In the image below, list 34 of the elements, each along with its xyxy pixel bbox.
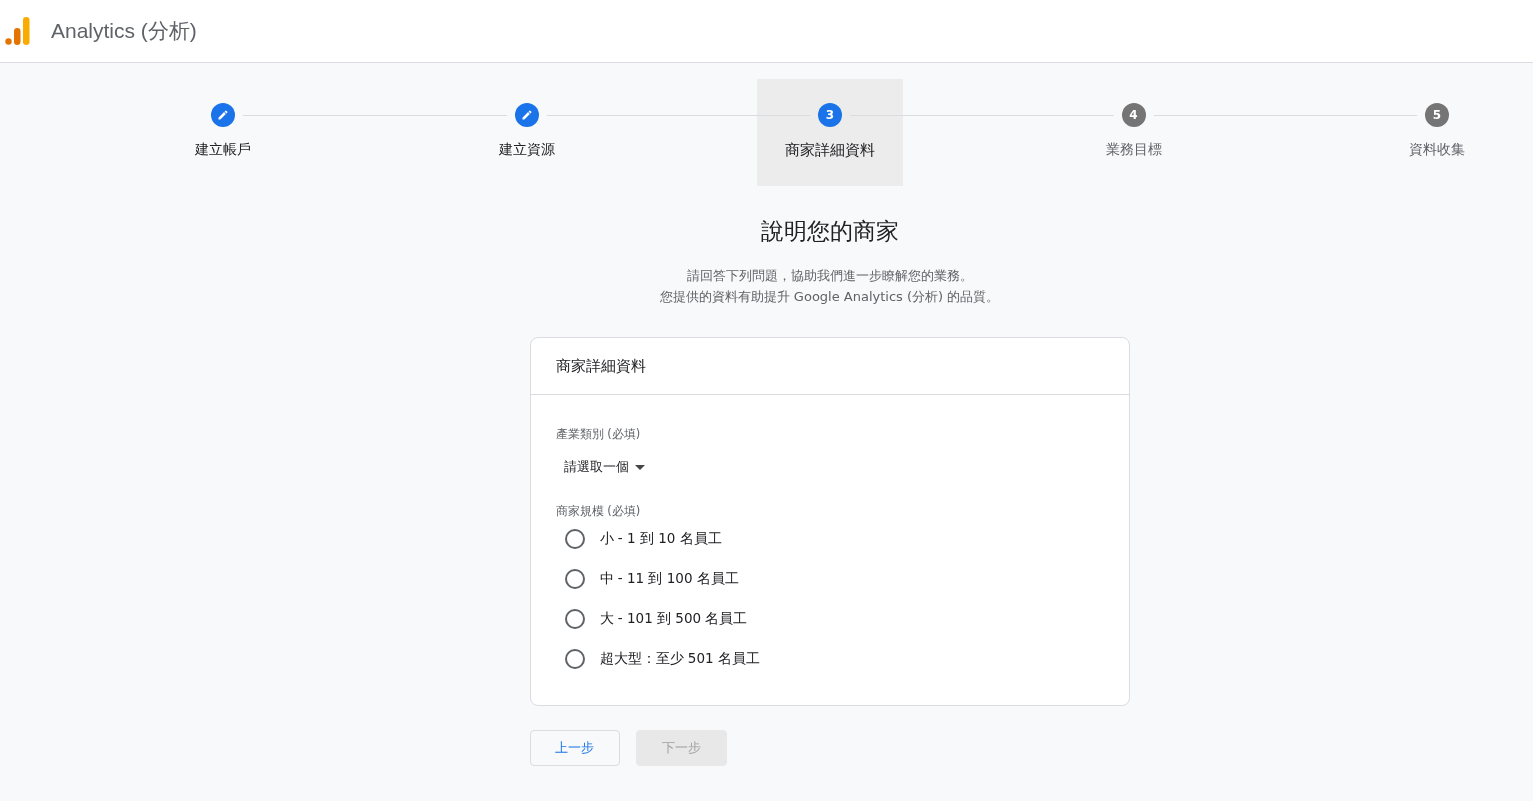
radio-button[interactable]: [564, 649, 585, 669]
radio-label: 超大型：至少 501 名員工: [599, 650, 760, 668]
step-label: 商家詳細資料: [785, 141, 875, 160]
step-label: 建立資源: [498, 141, 555, 159]
pencil-icon: [514, 103, 539, 127]
step-number: 5: [1425, 103, 1449, 127]
app-title: Analytics (分析): [51, 18, 197, 44]
card-title: 商家詳細資料: [530, 338, 1129, 395]
back-button[interactable]: 上一步: [529, 730, 620, 766]
step-tab[interactable]: 5 資料收集: [1364, 79, 1510, 186]
industry-dropdown[interactable]: 請選取一個: [555, 454, 653, 480]
step-number: 4: [1121, 103, 1146, 127]
bar-chart-logo-icon: [5, 16, 31, 46]
radio-label: 小 - 1 到 10 名員工: [599, 530, 722, 548]
pencil-icon: [211, 103, 235, 127]
step-label: 建立帳戶: [195, 141, 251, 159]
intro-text: 請回答下列問題，協助我們進一步瞭解您的業務。: [685, 267, 974, 285]
radio-label: 大 - 101 到 500 名員工: [599, 610, 748, 628]
intro-text: 您提供的資料有助提升 Google Analytics (分析) 的品質。: [659, 288, 1000, 306]
caret-icon: [634, 464, 645, 470]
step-tab[interactable]: 建立帳戶: [150, 79, 296, 186]
step-number: 3: [818, 103, 842, 127]
radio-button[interactable]: [564, 569, 585, 589]
page-heading: 說明您的商家: [760, 217, 899, 246]
step-tab[interactable]: 3 商家詳細資料: [757, 79, 903, 186]
radio-label: 中 - 11 到 100 名員工: [599, 570, 739, 588]
field-label: 產業類別 (必填): [555, 427, 642, 442]
step-tab[interactable]: 4 業務目標: [1060, 79, 1207, 186]
radio-button[interactable]: [564, 529, 585, 549]
step-label: 資料收集: [1409, 141, 1465, 159]
step-tab[interactable]: 建立資源: [453, 79, 600, 186]
field-label: 商家規模 (必填): [555, 504, 642, 519]
step-label: 業務目標: [1105, 141, 1162, 159]
radio-button[interactable]: [564, 609, 585, 629]
